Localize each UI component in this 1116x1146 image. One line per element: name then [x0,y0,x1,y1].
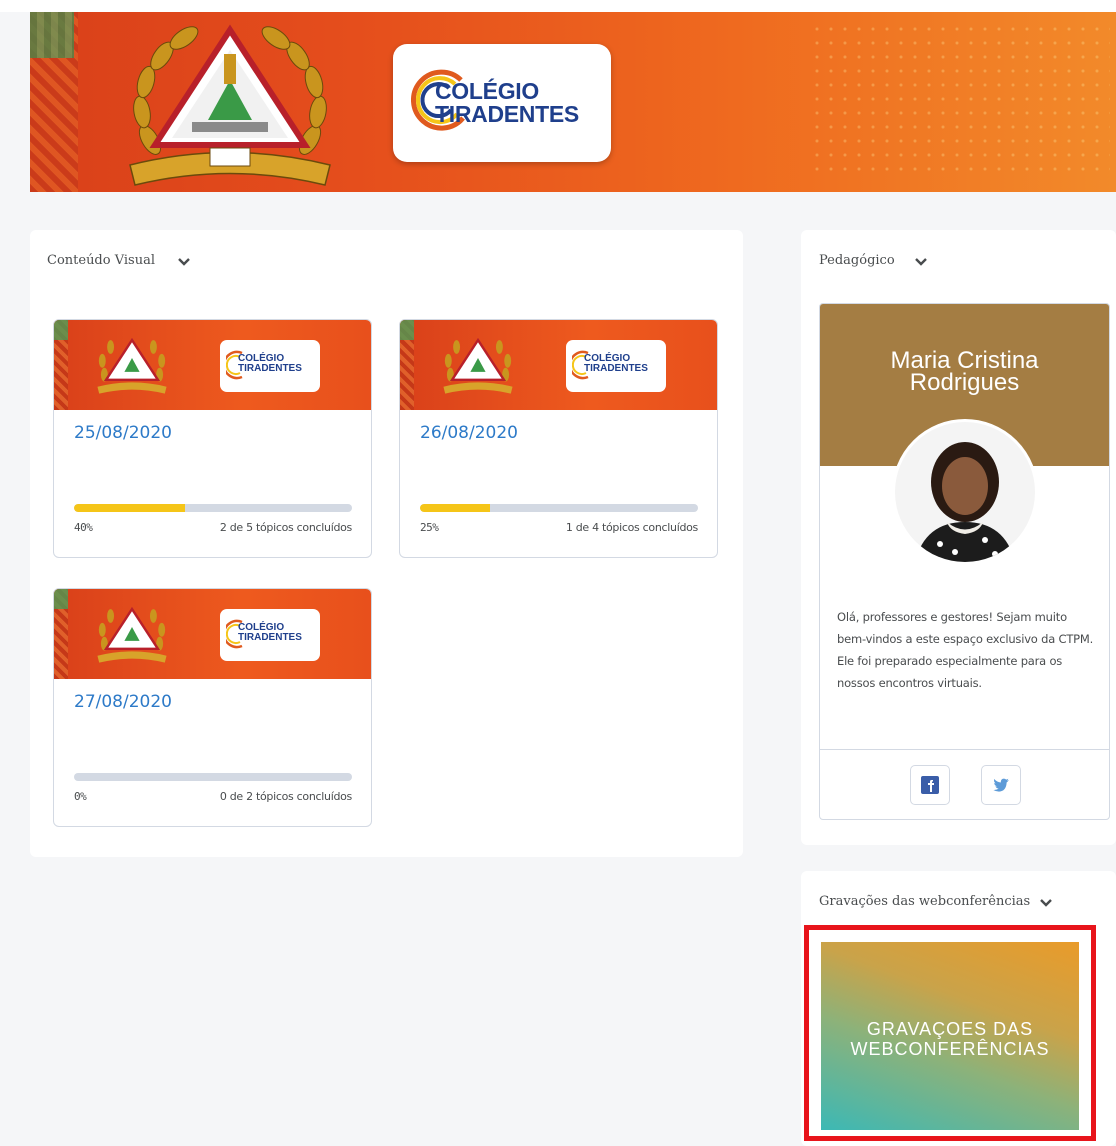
panel-title: Gravações das webconferências [819,894,1031,909]
top-strip [0,0,1116,12]
chevron-down-icon[interactable] [177,257,191,267]
police-coat-of-arms-icon [97,606,167,663]
topics-completed: 1 de 4 tópicos concluídos [565,521,698,534]
divider [820,749,1109,750]
twitter-icon [993,778,1009,792]
police-coat-of-arms-icon [443,337,513,394]
colegio-tiradentes-logo: COLÉGIO TIRADENTES [393,44,611,162]
progress-fill [74,504,186,512]
facebook-share-button[interactable] [910,765,950,805]
intro-text: Olá, professores e gestores! Sejam muito… [837,610,1094,690]
card-image: COLÉGIO TIRADENTES [400,320,717,410]
profile-widget: Maria Cristina Rodrigues Olá, professore… [819,303,1110,820]
course-card[interactable]: COLÉGIO TIRADENTES 25/08/2020 40% 2 de 5 … [53,319,372,558]
card-image: COLÉGIO TIRADENTES [54,589,371,679]
progress-bar [74,773,352,781]
banner-dots [810,22,1110,172]
panel-title: Conteúdo Visual [47,253,155,268]
profile-name: Maria Cristina Rodrigues [890,347,1039,396]
progress-fill [420,504,490,512]
progress-percent: 25% [420,521,439,534]
facebook-icon [921,776,939,794]
topics-completed: 0 de 2 tópicos concluídos [219,790,352,803]
course-card[interactable]: COLÉGIO TIRADENTES 27/08/2020 0% 0 de 2 t… [53,588,372,827]
webconference-recordings-image[interactable]: GRAVAÇOES DAS WEBCONFERÊNCIAS [821,942,1079,1130]
logo-text: COLÉGIO TIRADENTES [435,78,579,127]
card-image: COLÉGIO TIRADENTES [54,320,371,410]
police-coat-of-arms-icon [97,337,167,394]
progress-bar [74,504,352,512]
course-banner: COLÉGIO TIRADENTES [30,12,1116,192]
avatar [892,419,1038,565]
progress-percent: 40% [74,521,93,534]
colegio-tiradentes-logo: COLÉGIO TIRADENTES [566,340,666,392]
chevron-down-icon[interactable] [914,257,928,267]
person-photo-icon [895,422,1035,562]
progress-percent: 0% [74,790,87,803]
panel-title: Pedagógico [819,253,895,268]
progress-bar [420,504,698,512]
chevron-down-icon[interactable] [1039,898,1053,908]
topics-completed: 2 de 5 tópicos concluídos [219,521,352,534]
twitter-share-button[interactable] [981,765,1021,805]
card-title-link[interactable]: 25/08/2020 [74,423,172,443]
colegio-tiradentes-logo: COLÉGIO TIRADENTES [220,609,320,661]
webconference-recordings-highlight: GRAVAÇOES DAS WEBCONFERÊNCIAS [804,925,1096,1141]
police-coat-of-arms-icon [129,24,331,186]
course-card[interactable]: COLÉGIO TIRADENTES 26/08/2020 25% 1 de 4 … [399,319,718,558]
banner-pattern [30,12,78,192]
colegio-tiradentes-logo: COLÉGIO TIRADENTES [220,340,320,392]
card-title-link[interactable]: 26/08/2020 [420,423,518,443]
card-title-link[interactable]: 27/08/2020 [74,692,172,712]
webconference-image-text: GRAVAÇOES DAS WEBCONFERÊNCIAS [850,1019,1050,1059]
